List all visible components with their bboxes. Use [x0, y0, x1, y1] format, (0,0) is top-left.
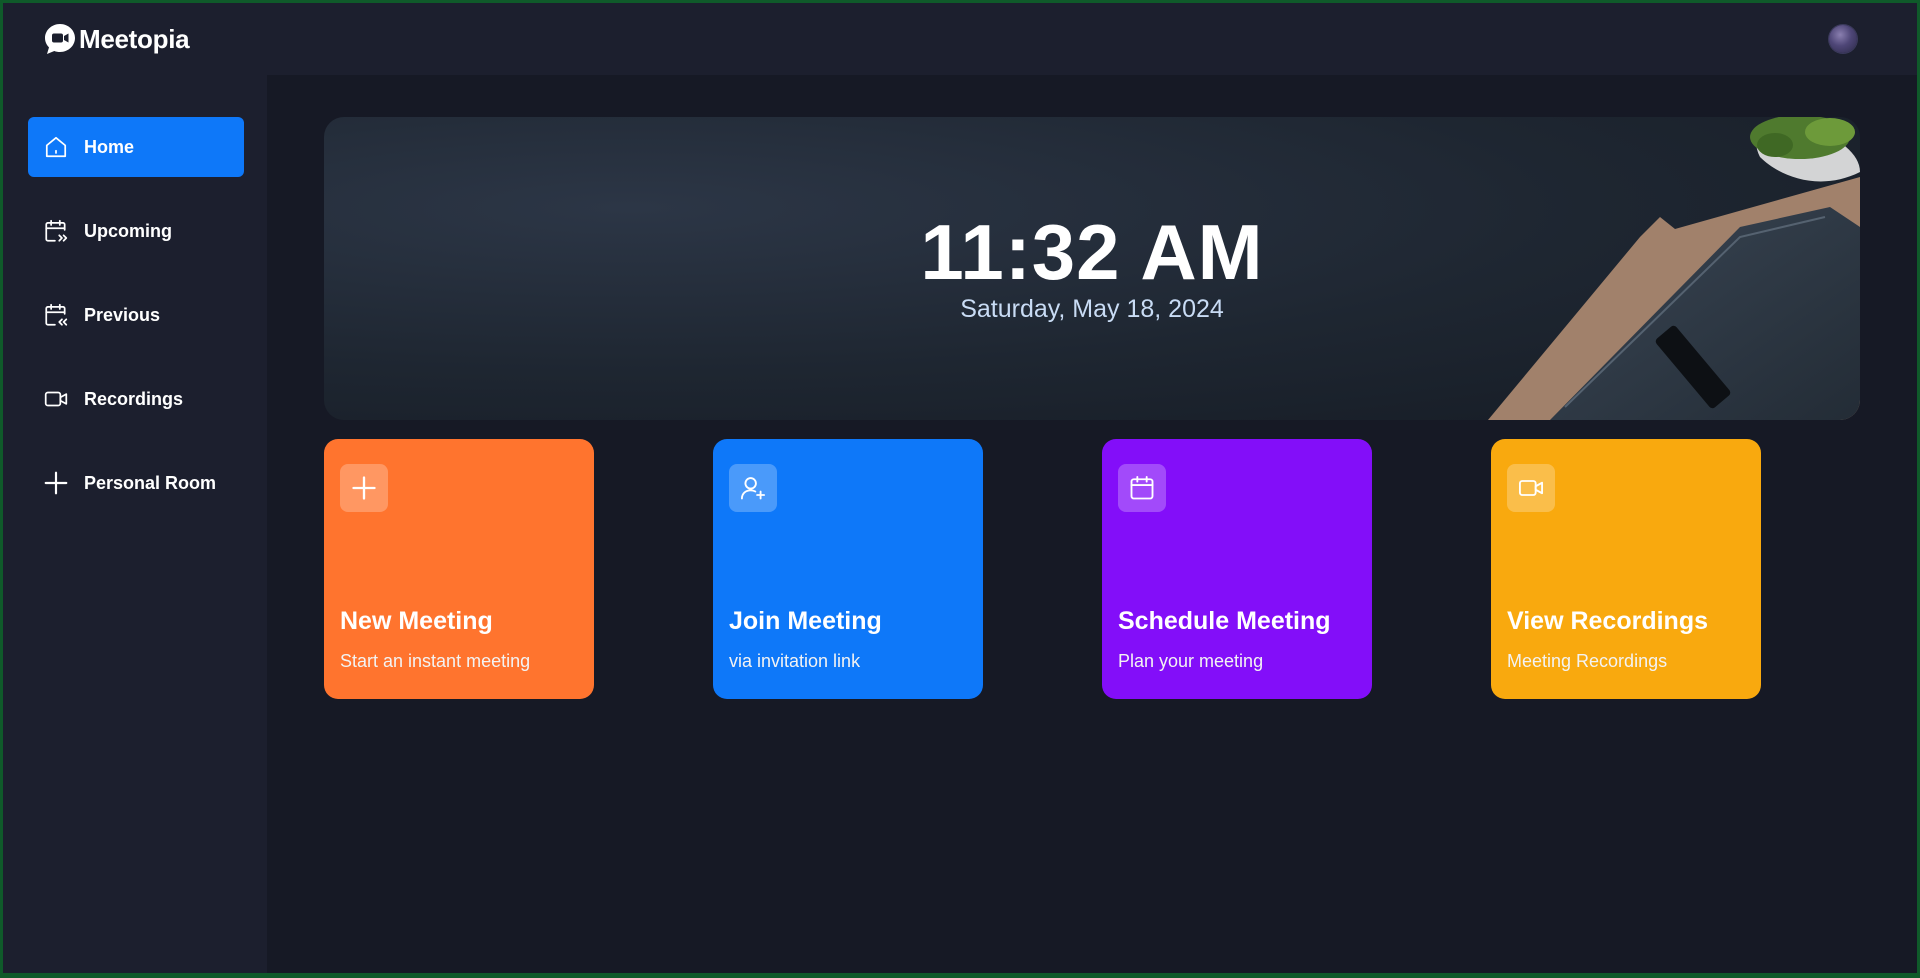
- brand-logo-link[interactable]: Meetopia: [43, 22, 190, 56]
- calendar-upcoming-icon: [45, 219, 68, 242]
- current-time: 11:32 AM: [920, 208, 1264, 296]
- sidebar-item-upcoming[interactable]: Upcoming: [28, 201, 244, 261]
- sidebar-item-recordings[interactable]: Recordings: [28, 369, 244, 429]
- sidebar-item-label: Personal Room: [84, 472, 217, 493]
- video-icon: [44, 391, 68, 407]
- card-title: New Meeting: [340, 607, 493, 635]
- calendar-previous-icon: [45, 303, 68, 326]
- sidebar-item-label: Recordings: [84, 388, 184, 409]
- plus-icon: [352, 476, 376, 500]
- main-content: 11:32 AM Saturday, May 18, 2024 New Meet…: [267, 75, 1917, 973]
- card-subtitle: Plan your meeting: [1118, 651, 1264, 671]
- card-subtitle: Meeting Recordings: [1507, 651, 1668, 671]
- sidebar-item-previous[interactable]: Previous: [28, 285, 244, 345]
- video-icon: [1518, 480, 1544, 496]
- schedule-meeting-card[interactable]: Schedule Meeting Plan your meeting: [1102, 439, 1372, 699]
- new-meeting-card[interactable]: New Meeting Start an instant meeting: [324, 439, 594, 699]
- card-title: Join Meeting: [729, 607, 882, 635]
- current-date: Saturday, May 18, 2024: [960, 295, 1224, 323]
- calendar-icon: [1130, 475, 1154, 500]
- app-window: Meetopia Home Upcoming Previous Recordin…: [3, 3, 1917, 973]
- card-title: Schedule Meeting: [1118, 607, 1331, 635]
- brand-name: Meetopia: [79, 23, 190, 54]
- card-subtitle: Start an instant meeting: [340, 651, 531, 671]
- join-meeting-card[interactable]: Join Meeting via invitation link: [713, 439, 983, 699]
- hero-banner: 11:32 AM Saturday, May 18, 2024: [324, 117, 1860, 420]
- sidebar-item-label: Upcoming: [84, 220, 172, 241]
- sidebar-item-label: Previous: [84, 304, 161, 325]
- top-navbar: Meetopia: [3, 3, 1917, 75]
- sidebar-item-label: Home: [84, 136, 135, 157]
- meetopia-logo-icon: [45, 24, 75, 54]
- sidebar-item-personal-room[interactable]: Personal Room: [28, 453, 244, 513]
- plus-icon: [44, 471, 68, 495]
- user-avatar[interactable]: [1829, 25, 1857, 53]
- view-recordings-card[interactable]: View Recordings Meeting Recordings: [1491, 439, 1761, 699]
- card-subtitle: via invitation link: [729, 651, 861, 671]
- card-title: View Recordings: [1507, 607, 1708, 635]
- add-user-icon: [740, 477, 766, 500]
- sidebar-item-home[interactable]: Home: [28, 117, 244, 177]
- home-icon: [45, 136, 67, 158]
- sidebar: Home Upcoming Previous Recordings Person…: [3, 75, 267, 973]
